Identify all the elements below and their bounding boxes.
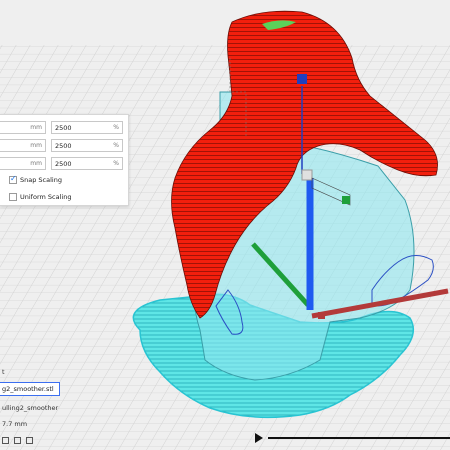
snap-scaling-label: Snap Scaling	[20, 176, 62, 184]
snap-scaling-checkbox[interactable]: ✓	[9, 174, 17, 184]
percent-unit: %	[113, 142, 119, 149]
mm-unit: mm	[30, 160, 42, 167]
gizmo-center-handle[interactable]	[301, 169, 313, 181]
size-x-field[interactable]: mm	[0, 121, 46, 134]
object-dimensions: 7.7 mm	[2, 420, 28, 428]
scale-z-percent-value: 2500	[55, 160, 72, 168]
play-icon[interactable]	[255, 433, 263, 443]
checkmark-icon: ✓	[10, 174, 17, 183]
scale-y-percent-value: 2500	[55, 142, 72, 150]
object-list-header-fragment: t	[2, 368, 5, 376]
copy-icon[interactable]	[14, 437, 21, 444]
object-file-field[interactable]: g2_smoother.stl	[0, 382, 60, 396]
mm-unit: mm	[30, 124, 42, 131]
gizmo-z-handle[interactable]	[297, 74, 307, 84]
percent-unit: %	[113, 124, 119, 131]
scale-x-percent-field[interactable]: 2500 %	[51, 121, 123, 134]
gizmo-x-handle[interactable]	[318, 312, 325, 319]
3d-viewport[interactable]	[0, 0, 450, 450]
size-z-field[interactable]: mm	[0, 157, 46, 170]
view-icon[interactable]	[2, 437, 9, 444]
layer-timeline-slider[interactable]	[268, 437, 450, 439]
scale-y-percent-field[interactable]: 2500 %	[51, 139, 123, 152]
size-y-field[interactable]: mm	[0, 139, 46, 152]
export-icon[interactable]	[26, 437, 33, 444]
object-name: ulling2_smoother	[2, 404, 59, 412]
percent-unit: %	[113, 160, 119, 167]
scale-x-percent-value: 2500	[55, 124, 72, 132]
object-file-name: g2_smoother.stl	[2, 385, 54, 393]
scale-z-percent-field[interactable]: 2500 %	[51, 157, 123, 170]
uniform-scaling-label: Uniform Scaling	[20, 193, 72, 201]
uniform-scaling-checkbox[interactable]	[9, 193, 17, 201]
scale-tool-panel: mm 2500 % mm 2500 % mm 2500 % ✓ Snap Sca…	[0, 114, 129, 206]
gizmo-y-handle[interactable]	[342, 196, 350, 204]
mm-unit: mm	[30, 142, 42, 149]
